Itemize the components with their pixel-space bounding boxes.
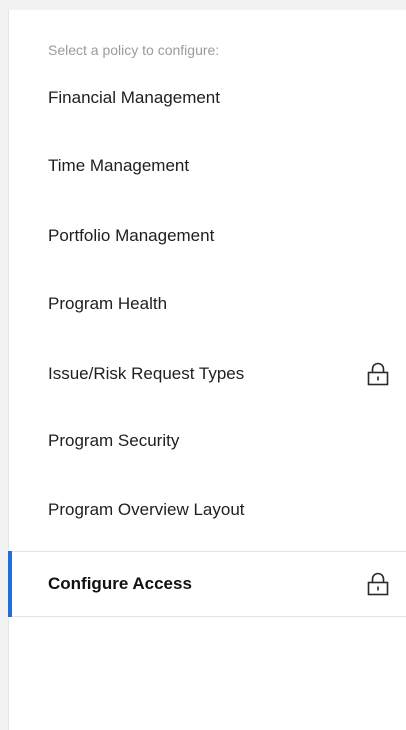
policy-item-label: Program Health	[48, 294, 168, 313]
policy-item-configure-access[interactable]: Configure Access	[8, 551, 406, 617]
policy-item-label: Time Management	[48, 156, 190, 175]
policy-item-program-security[interactable]: Program Security	[9, 408, 406, 474]
selected-indicator	[8, 551, 12, 617]
lock-icon	[367, 362, 389, 386]
policy-item-portfolio-management[interactable]: Portfolio Management	[9, 203, 406, 269]
policy-item-financial-management[interactable]: Financial Management	[9, 65, 406, 131]
policy-item-label: Issue/Risk Request Types	[48, 364, 245, 383]
policy-item-time-management[interactable]: Time Management	[9, 133, 406, 199]
policy-item-issue-risk-request-types[interactable]: Issue/Risk Request Types	[9, 341, 406, 407]
policy-list-panel: Select a policy to configure: Financial …	[8, 10, 406, 730]
top-strip	[0, 0, 406, 10]
policy-item-program-health[interactable]: Program Health	[9, 271, 406, 337]
policy-item-program-overview-layout[interactable]: Program Overview Layout	[9, 477, 406, 543]
policy-list-header: Select a policy to configure:	[48, 42, 220, 58]
lock-icon	[367, 572, 389, 596]
policy-item-label: Portfolio Management	[48, 226, 215, 245]
policy-item-label: Financial Management	[48, 88, 220, 107]
policy-item-label: Configure Access	[48, 574, 192, 593]
policy-item-label: Program Security	[48, 431, 180, 450]
policy-item-label: Program Overview Layout	[48, 500, 245, 519]
